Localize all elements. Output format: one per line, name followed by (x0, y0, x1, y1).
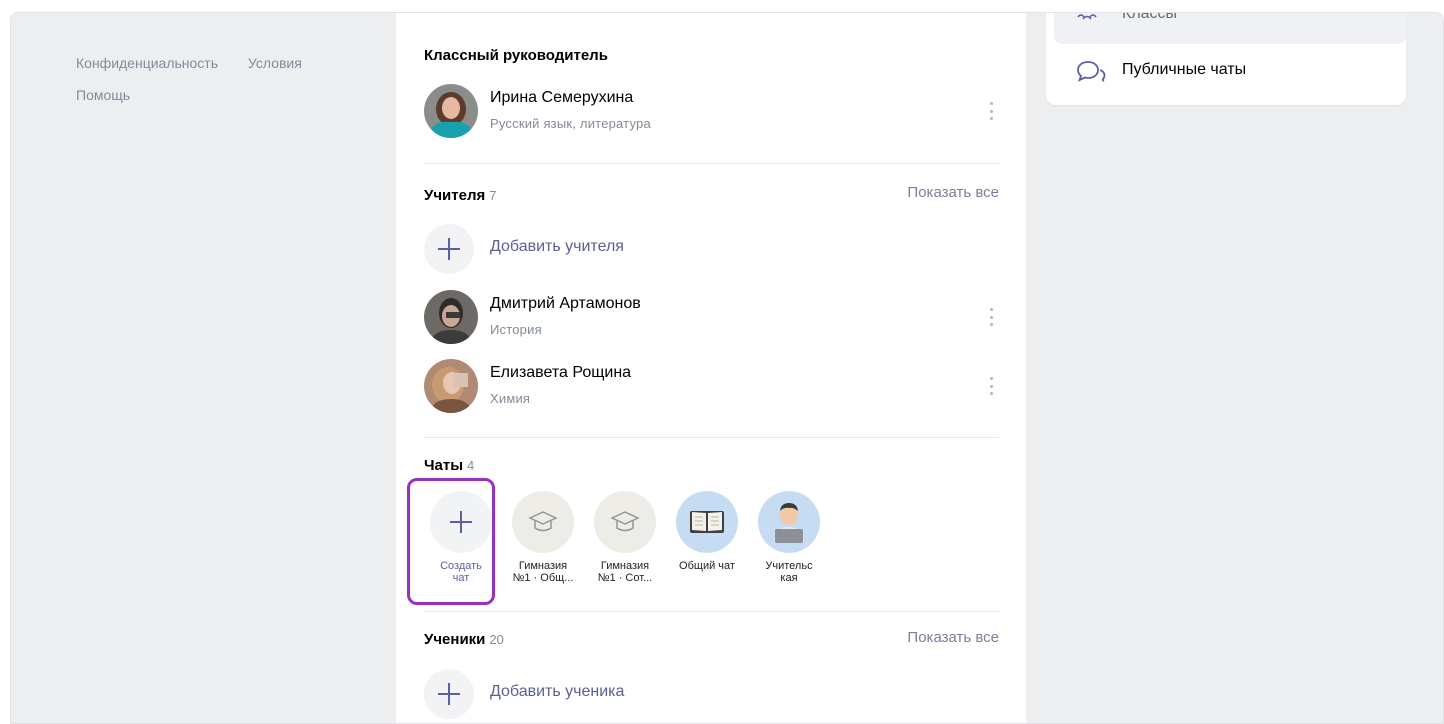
chats-title: Чаты 4 (424, 457, 475, 474)
plus-icon (424, 669, 474, 719)
chat-name: Общий чат (679, 560, 735, 572)
class-panel: Классный руководитель Ирина Семерухина Р… (396, 13, 1026, 723)
menu-item-classes[interactable]: Классы (1054, 12, 1406, 44)
chat-name: Гимназия (600, 560, 650, 572)
class-teacher-title: Классный руководитель (424, 47, 608, 64)
class-teacher-row[interactable]: Ирина Семерухина Русский язык, литератур… (424, 84, 1004, 140)
chat-item[interactable]: Учительс кая (749, 491, 829, 584)
divider (424, 611, 999, 612)
chats-count: 4 (467, 458, 475, 473)
teacher-name: Дмитрий Артамонов (490, 295, 641, 312)
classes-label: Классы (1122, 12, 1178, 22)
add-teacher-button[interactable]: Добавить учителя (424, 224, 1004, 274)
chat-item[interactable]: Гимназия №1 · Сот... (585, 491, 665, 584)
teacher-subject: Русский язык, литература (490, 116, 651, 131)
divider (424, 163, 999, 164)
chat-name: Учительс (765, 560, 813, 572)
avatar (424, 290, 478, 344)
teacher-name: Елизавета Рощина (490, 364, 632, 381)
teachers-count: 7 (489, 188, 497, 203)
chat-bubbles-icon (1076, 60, 1106, 87)
plus-icon (424, 224, 474, 274)
chat-name-2: кая (780, 572, 798, 584)
more-icon[interactable] (988, 102, 994, 120)
students-show-all-link[interactable]: Показать все (907, 629, 999, 646)
teacher-row[interactable]: Елизавета Рощина Химия (424, 359, 1004, 415)
teacher-laptop-icon (758, 491, 820, 553)
book-icon (676, 491, 738, 553)
teacher-subject: Химия (490, 391, 531, 406)
add-student-button[interactable]: Добавить ученика (424, 669, 1004, 719)
graduation-cap-icon (512, 491, 574, 553)
chat-item[interactable]: Общий чат (667, 491, 747, 572)
students-title: Ученики 20 (424, 631, 504, 648)
help-link[interactable]: Помощь (76, 87, 130, 103)
teacher-subject: История (490, 322, 542, 337)
chat-name-2: №1 · Общ... (512, 572, 574, 584)
avatar (424, 359, 478, 413)
create-chat-highlight (407, 478, 495, 605)
add-student-label: Добавить ученика (490, 683, 625, 700)
add-teacher-label: Добавить учителя (490, 238, 624, 255)
teachers-title: Учителя 7 (424, 187, 497, 204)
more-icon[interactable] (988, 308, 994, 326)
page-frame: Конфиденциальность Условия Помощь Классн… (10, 12, 1444, 724)
chat-item[interactable]: Гимназия №1 · Общ... (503, 491, 583, 584)
classes-icon (1076, 13, 1098, 28)
students-count: 20 (489, 632, 504, 647)
footer-links: Конфиденциальность Условия Помощь (76, 55, 302, 103)
terms-link[interactable]: Условия (248, 55, 302, 71)
graduation-cap-icon (594, 491, 656, 553)
public-chats-label: Публичные чаты (1122, 61, 1247, 78)
chat-name-2: №1 · Сот... (597, 572, 653, 584)
chat-name: Гимназия (518, 560, 568, 572)
right-menu: Классы Публичные чаты (1046, 12, 1406, 105)
privacy-link[interactable]: Конфиденциальность (76, 55, 218, 71)
teacher-row[interactable]: Дмитрий Артамонов История (424, 290, 1004, 346)
more-icon[interactable] (988, 377, 994, 395)
teacher-name: Ирина Семерухина (490, 89, 634, 106)
divider (424, 437, 999, 438)
teachers-show-all-link[interactable]: Показать все (907, 184, 999, 201)
avatar (424, 84, 478, 138)
